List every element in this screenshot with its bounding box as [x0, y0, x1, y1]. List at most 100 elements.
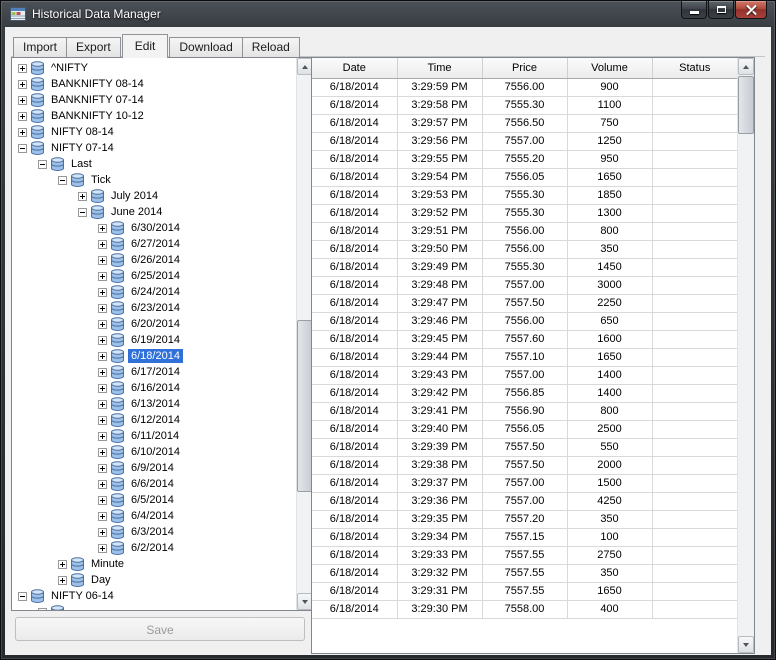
- grid-cell[interactable]: 3:29:36 PM: [397, 492, 483, 511]
- tree-item-label[interactable]: 6/13/2014: [128, 397, 183, 411]
- grid-cell[interactable]: [652, 132, 737, 151]
- grid-cell[interactable]: 6/18/2014: [312, 240, 398, 259]
- grid-cell[interactable]: 100: [567, 528, 653, 547]
- tree-item[interactable]: 6/30/2014: [12, 220, 296, 236]
- grid-cell[interactable]: 6/18/2014: [312, 564, 398, 583]
- tab-import[interactable]: Import: [13, 37, 68, 57]
- tree-item-label[interactable]: NIFTY 08-14: [48, 125, 117, 139]
- tree-item-label[interactable]: 6/17/2014: [128, 365, 183, 379]
- tree-item-label[interactable]: June 2014: [108, 205, 165, 219]
- grid-cell[interactable]: 3:29:56 PM: [397, 132, 483, 151]
- expand-toggle-icon[interactable]: [98, 511, 107, 521]
- tree-item[interactable]: July 2014: [12, 188, 296, 204]
- grid-cell[interactable]: 3:29:58 PM: [397, 96, 483, 115]
- grid-cell[interactable]: 7556.00: [482, 312, 568, 331]
- grid-cell[interactable]: 7556.90: [482, 402, 568, 421]
- tree-item-label[interactable]: 6/20/2014: [128, 317, 183, 331]
- grid-cell[interactable]: 7557.00: [482, 132, 568, 151]
- tree-item[interactable]: BANKNIFTY 07-14: [12, 92, 296, 108]
- grid-cell[interactable]: 400: [567, 600, 653, 619]
- tree-item[interactable]: 6/12/2014: [12, 412, 296, 428]
- grid-cell[interactable]: 3:29:47 PM: [397, 294, 483, 313]
- grid-cell[interactable]: 7557.00: [482, 276, 568, 295]
- grid-cell[interactable]: 3:29:33 PM: [397, 546, 483, 565]
- grid-cell[interactable]: [652, 168, 737, 187]
- grid-cell[interactable]: 7556.85: [482, 384, 568, 403]
- grid-cell[interactable]: 1600: [567, 330, 653, 349]
- tree-item[interactable]: 6/19/2014: [12, 332, 296, 348]
- app-icon[interactable]: [10, 7, 26, 21]
- grid-cell[interactable]: [652, 186, 737, 205]
- grid-cell[interactable]: 6/18/2014: [312, 456, 398, 475]
- grid-scrollbar[interactable]: [737, 58, 754, 653]
- grid-cell[interactable]: [652, 402, 737, 421]
- grid-cell[interactable]: 3:29:35 PM: [397, 510, 483, 529]
- scroll-up-button[interactable]: [738, 58, 754, 75]
- grid-cell[interactable]: 7555.30: [482, 96, 568, 115]
- grid-cell[interactable]: [652, 546, 737, 565]
- grid-cell[interactable]: [652, 384, 737, 403]
- grid-cell[interactable]: 6/18/2014: [312, 204, 398, 223]
- grid-cell[interactable]: 7556.50: [482, 114, 568, 133]
- grid-cell[interactable]: [652, 78, 737, 97]
- tree-item-label[interactable]: 6/24/2014: [128, 285, 183, 299]
- grid-cell[interactable]: 7556.00: [482, 222, 568, 241]
- expand-toggle-icon[interactable]: [98, 495, 107, 505]
- grid-cell[interactable]: 3:29:38 PM: [397, 456, 483, 475]
- grid-cell[interactable]: 3:29:59 PM: [397, 78, 483, 97]
- tree-item[interactable]: BANKNIFTY 08-14: [12, 76, 296, 92]
- tree-item-label[interactable]: 6/3/2014: [128, 525, 177, 539]
- expand-toggle-icon[interactable]: [58, 559, 67, 569]
- expand-toggle-icon[interactable]: [98, 303, 107, 313]
- grid-cell[interactable]: 1450: [567, 258, 653, 277]
- grid-cell[interactable]: 3:29:55 PM: [397, 150, 483, 169]
- grid-cell[interactable]: 7557.55: [482, 582, 568, 601]
- grid-cell[interactable]: 900: [567, 78, 653, 97]
- tree-item-label[interactable]: 6/10/2014: [128, 445, 183, 459]
- grid-cell[interactable]: 750: [567, 114, 653, 133]
- column-header-volume[interactable]: Volume: [567, 58, 653, 79]
- grid-cell[interactable]: 7557.20: [482, 510, 568, 529]
- tree-item[interactable]: [12, 604, 296, 610]
- tree-item-label[interactable]: 6/2/2014: [128, 541, 177, 555]
- expand-toggle-icon[interactable]: [98, 367, 107, 377]
- grid-cell[interactable]: 6/18/2014: [312, 546, 398, 565]
- grid-cell[interactable]: 3:29:44 PM: [397, 348, 483, 367]
- grid-cell[interactable]: [652, 150, 737, 169]
- tree-item[interactable]: Tick: [12, 172, 296, 188]
- expand-toggle-icon[interactable]: [18, 127, 27, 137]
- grid-cell[interactable]: 800: [567, 402, 653, 421]
- close-button[interactable]: [735, 1, 767, 19]
- grid-cell[interactable]: [652, 600, 737, 619]
- expand-toggle-icon[interactable]: [98, 383, 107, 393]
- grid-cell[interactable]: [652, 330, 737, 349]
- grid-cell[interactable]: 7556.05: [482, 168, 568, 187]
- tree-item-label[interactable]: Minute: [88, 557, 127, 571]
- grid-cell[interactable]: 2000: [567, 456, 653, 475]
- maximize-button[interactable]: [708, 1, 734, 19]
- grid-cell[interactable]: 650: [567, 312, 653, 331]
- grid-cell[interactable]: 3:29:30 PM: [397, 600, 483, 619]
- grid-cell[interactable]: [652, 420, 737, 439]
- grid-cell[interactable]: [652, 492, 737, 511]
- tree-item[interactable]: 6/13/2014: [12, 396, 296, 412]
- grid-cell[interactable]: 3:29:41 PM: [397, 402, 483, 421]
- grid-cell[interactable]: 950: [567, 150, 653, 169]
- minimize-button[interactable]: [681, 1, 707, 19]
- tree-item-label[interactable]: 6/12/2014: [128, 413, 183, 427]
- expand-toggle-icon[interactable]: [98, 287, 107, 297]
- grid-cell[interactable]: 1300: [567, 204, 653, 223]
- tree-item[interactable]: 6/9/2014: [12, 460, 296, 476]
- grid-cell[interactable]: 7555.30: [482, 258, 568, 277]
- grid-cell[interactable]: 1400: [567, 384, 653, 403]
- grid-cell[interactable]: 2250: [567, 294, 653, 313]
- grid-cell[interactable]: 7557.50: [482, 438, 568, 457]
- tree-item[interactable]: 6/5/2014: [12, 492, 296, 508]
- grid-cell[interactable]: 7557.50: [482, 456, 568, 475]
- expand-toggle-icon[interactable]: [98, 415, 107, 425]
- grid-cell[interactable]: 7556.00: [482, 78, 568, 97]
- grid-cell[interactable]: 3:29:52 PM: [397, 204, 483, 223]
- tree-item-label[interactable]: NIFTY 07-14: [48, 141, 117, 155]
- scrollbar-thumb[interactable]: [738, 76, 754, 134]
- grid-cell[interactable]: 3:29:40 PM: [397, 420, 483, 439]
